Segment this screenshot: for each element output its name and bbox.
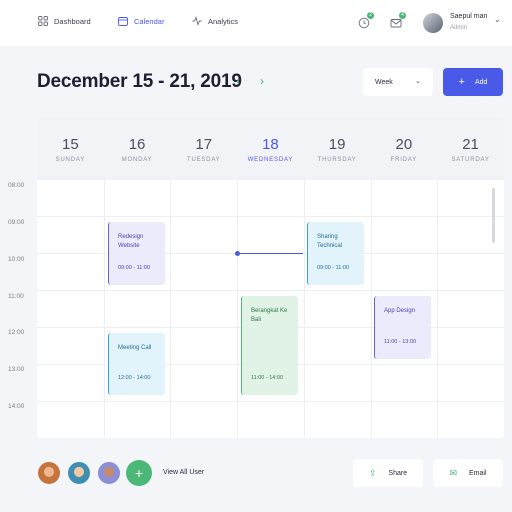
- chevron-down-icon: ⌄: [415, 78, 421, 85]
- hour-label: 09:00: [8, 219, 25, 226]
- add-user-button[interactable]: +: [126, 460, 152, 486]
- day-name: FRIDAY: [390, 157, 418, 163]
- day-header[interactable]: 16 MONDAY: [104, 118, 171, 180]
- grid-divider: [170, 180, 172, 438]
- view-all-users-link[interactable]: View All User: [163, 469, 204, 476]
- day-header[interactable]: 17 TUESDAY: [170, 118, 237, 180]
- event-card[interactable]: Meeting Call 12:00 - 14:00: [108, 333, 165, 395]
- event-time: 09:00 - 11:00: [118, 265, 151, 271]
- hour-label: 08:00: [8, 182, 25, 189]
- avatar[interactable]: [36, 460, 62, 486]
- event-time: 11:00 - 13:00: [384, 339, 417, 345]
- mail-icon: [390, 19, 402, 28]
- user-name: Saepul man: [450, 13, 488, 20]
- event-title: Redesign Website: [118, 234, 144, 249]
- nav-dashboard[interactable]: Dashboard: [38, 16, 91, 26]
- event-card[interactable]: App Design 11:00 - 13:00: [374, 296, 431, 359]
- grid-icon: [38, 16, 48, 26]
- day-header[interactable]: 21 SATURDAY: [437, 118, 504, 180]
- calendar-header: 15 SUNDAY 16 MONDAY 17 TUESDAY 18 WEDNES…: [37, 118, 504, 180]
- email-button[interactable]: ✉ Email: [433, 459, 503, 487]
- nav-calendar-label: Calendar: [134, 16, 165, 26]
- grid-divider: [37, 216, 504, 217]
- nav-analytics-label: Analytics: [208, 16, 239, 26]
- clock-icon: [358, 17, 370, 29]
- user-avatar[interactable]: [423, 13, 443, 33]
- event-title: Meeting Call: [118, 345, 152, 351]
- event-title: Sharing Technical: [317, 234, 343, 249]
- add-button-label: Add: [474, 78, 488, 86]
- day-name: WEDNESDAY: [247, 157, 294, 163]
- day-name: SUNDAY: [55, 157, 86, 163]
- event-card[interactable]: Berangkat Ke Bali 11:00 - 14:00: [241, 296, 298, 395]
- share-icon: ⇪: [368, 467, 377, 478]
- scrollbar[interactable]: [492, 188, 495, 243]
- event-time: 09:00 - 11:00: [317, 265, 350, 271]
- hour-label: 12:00: [8, 329, 25, 336]
- event-time: 11:00 - 14:00: [251, 375, 284, 381]
- mail-badge: 4: [399, 12, 406, 19]
- hour-label: 10:00: [8, 256, 25, 263]
- calendar-icon: [118, 17, 128, 26]
- day-number: 16: [128, 136, 146, 153]
- avatar[interactable]: [66, 460, 92, 486]
- day-number: 17: [195, 136, 213, 153]
- chevron-right-icon[interactable]: ›: [260, 74, 264, 88]
- day-number: 19: [328, 136, 346, 153]
- hour-label: 11:00: [8, 293, 24, 300]
- day-number: 18: [262, 136, 279, 153]
- date-range-title: December 15 - 21, 2019: [37, 71, 242, 92]
- nav-analytics[interactable]: Analytics: [192, 16, 238, 26]
- day-header[interactable]: 20 FRIDAY: [371, 118, 438, 180]
- mail-notification[interactable]: 4: [390, 12, 406, 28]
- day-number: 15: [62, 136, 79, 153]
- email-button-label: Email: [469, 469, 487, 477]
- hour-label: 14:00: [8, 403, 25, 410]
- day-number: 20: [395, 136, 413, 153]
- grid-divider: [37, 290, 504, 291]
- grid-divider: [237, 180, 239, 438]
- event-card[interactable]: Sharing Technical 09:00 - 11:00: [307, 222, 364, 285]
- grid-divider: [437, 180, 439, 438]
- day-number: 21: [462, 136, 479, 153]
- grid-divider: [303, 180, 305, 438]
- day-name: SATURDAY: [451, 157, 490, 163]
- hour-label: 13:00: [8, 366, 25, 373]
- day-name: TUESDAY: [186, 157, 221, 163]
- plus-icon: +: [458, 76, 465, 88]
- user-role: Admin: [450, 25, 468, 31]
- mail-icon: ✉: [449, 467, 458, 478]
- day-header-today[interactable]: 18 WEDNESDAY: [237, 118, 304, 180]
- day-header[interactable]: 19 THURSDAY: [304, 118, 371, 180]
- day-header[interactable]: 15 SUNDAY: [37, 118, 104, 180]
- share-button-label: Share: [388, 469, 408, 477]
- event-time: 12:00 - 14:00: [118, 375, 151, 381]
- event-title: App Design: [384, 308, 416, 314]
- nav-dashboard-label: Dashboard: [54, 16, 91, 26]
- event-title: Berangkat Ke Bali: [251, 308, 288, 323]
- avatar[interactable]: [96, 460, 122, 486]
- grid-divider: [103, 180, 105, 438]
- view-select[interactable]: Week ⌄: [363, 68, 433, 96]
- add-button[interactable]: + Add: [443, 68, 503, 96]
- day-name: MONDAY: [121, 157, 153, 163]
- current-time-line: [237, 253, 303, 254]
- share-button[interactable]: ⇪ Share: [353, 459, 423, 487]
- notification-badge: 2: [367, 12, 374, 19]
- nav-calendar[interactable]: Calendar: [118, 16, 164, 26]
- chevron-down-icon[interactable]: ⌄: [494, 15, 501, 24]
- grid-divider: [37, 401, 504, 402]
- chevron-left-icon[interactable]: ‹: [236, 74, 240, 88]
- grid-divider: [370, 180, 372, 438]
- view-select-label: Week: [375, 78, 393, 86]
- activity-icon: [192, 16, 202, 26]
- current-time-dot: [235, 251, 240, 256]
- event-card[interactable]: Redesign Website 09:00 - 11:00: [108, 222, 165, 285]
- day-name: THURSDAY: [317, 157, 357, 163]
- bell-notification[interactable]: 2: [358, 12, 374, 29]
